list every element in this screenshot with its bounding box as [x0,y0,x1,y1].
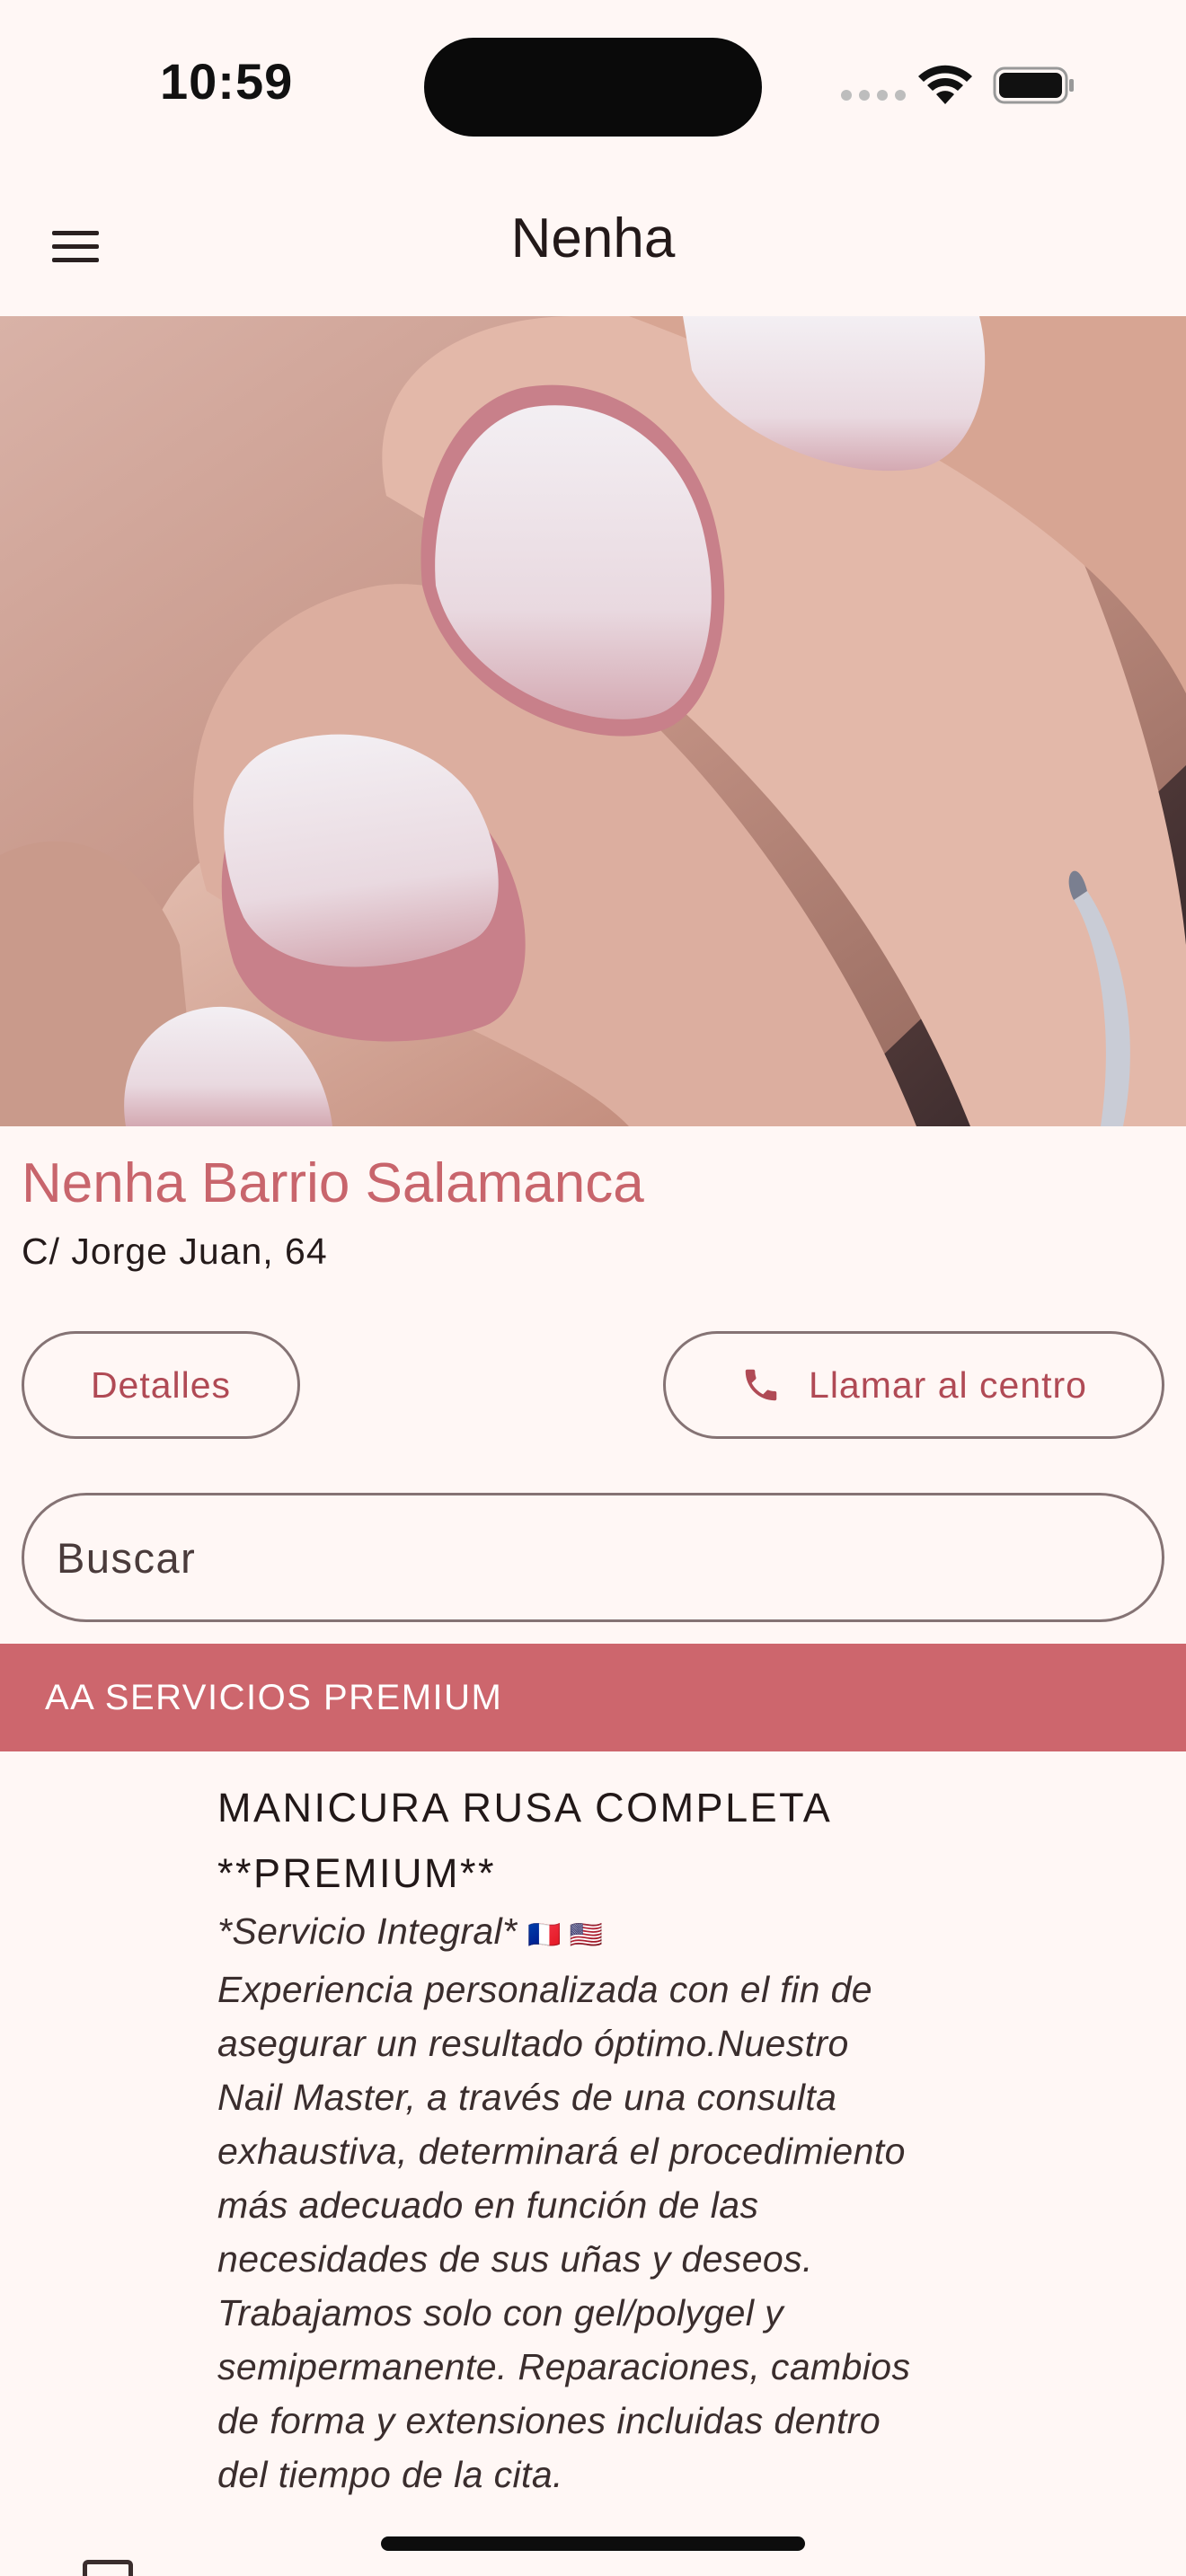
hero-image [0,316,1186,1126]
service-subtitle: *Servicio Integral* [217,1910,518,1952]
details-button-label: Detalles [90,1363,232,1406]
category-title: AA SERVICIOS PREMIUM [45,1677,503,1717]
flag-icons: 🇫🇷 🇺🇸 [527,1920,604,1950]
call-center-button[interactable]: Llamar al centro [663,1331,1164,1439]
service-description: *Servicio Integral* 🇫🇷 🇺🇸 Experiencia pe… [217,1904,918,2501]
cellular-signal-icon [841,90,906,101]
service-description-text: Experiencia personalizada con el fin de … [217,1969,911,2495]
service-title[interactable]: MANICURA RUSA COMPLETA **PREMIUM** [217,1775,954,1906]
status-bar: 10:59 [0,0,1186,171]
search-placeholder: Buscar [57,1533,197,1582]
center-name: Nenha Barrio Salamanca [22,1152,644,1214]
app-title: Nenha [510,207,676,269]
search-input[interactable]: Buscar [22,1493,1164,1622]
call-button-label: Llamar al centro [809,1363,1087,1406]
wifi-icon [918,65,972,104]
status-time: 10:59 [160,53,294,110]
app-screen: 10:59 Nenha Nenha Barrio Salamanca C/ Jo… [0,0,1186,2576]
app-bar: Nenha [0,171,1186,316]
battery-icon [993,66,1074,104]
category-header[interactable]: AA SERVICIOS PREMIUM [0,1644,1186,1751]
phone-icon [745,1369,777,1401]
details-button[interactable]: Detalles [22,1331,300,1439]
home-indicator [381,2536,805,2551]
service-category-icon [83,2560,133,2576]
center-address: C/ Jorge Juan, 64 [22,1231,328,1272]
dynamic-island [424,38,762,137]
